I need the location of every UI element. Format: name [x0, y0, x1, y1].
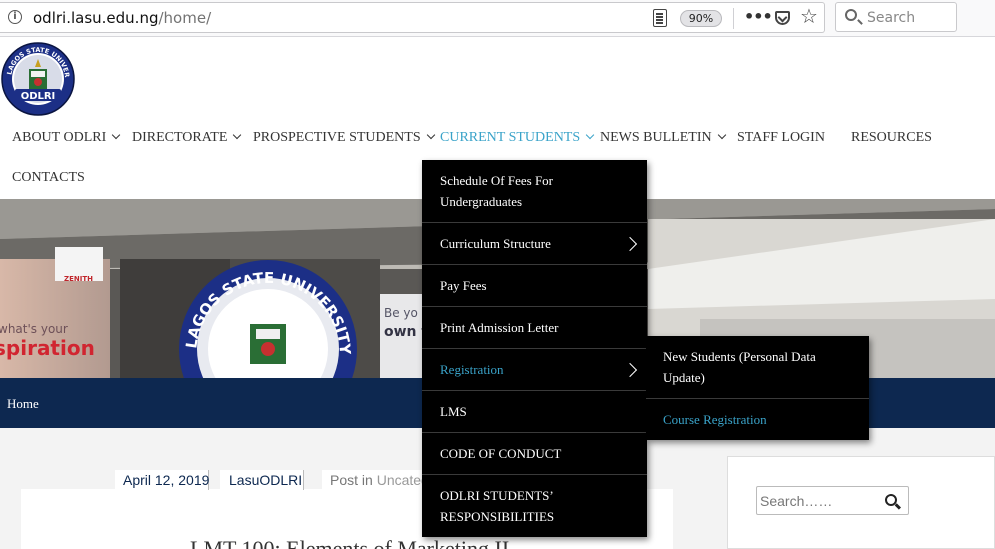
nav-label: NEWS BULLETIN: [600, 130, 712, 145]
zoom-level-badge[interactable]: 90%: [680, 10, 722, 27]
nav-current-students[interactable]: CURRENT STUDENTS: [440, 130, 595, 146]
sidebar-search-placeholder: Search……: [760, 493, 833, 509]
nav-label: PROSPECTIVE STUDENTS: [253, 130, 421, 145]
chevron-right-icon: [622, 362, 638, 377]
menu-item-students-responsibilities[interactable]: ODLRI STUDENTS’ RESPONSIBILITIES: [422, 475, 647, 537]
breadcrumb-home[interactable]: Home: [7, 396, 39, 412]
banner-poster-text-3: Be yo: [384, 306, 418, 320]
registration-submenu: New Students (Personal Data Update) Cour…: [646, 336, 869, 440]
url-path: /home/: [158, 9, 212, 27]
current-students-dropdown: Schedule Of Fees For Undergraduates Curr…: [422, 160, 647, 537]
nav-label: DIRECTORATE: [132, 130, 228, 145]
chevron-down-icon: [585, 130, 595, 140]
menu-item-print-admission-letter[interactable]: Print Admission Letter: [422, 307, 647, 349]
banner-poster-brand: ZENITH: [64, 275, 93, 283]
browser-search-input[interactable]: Search: [835, 2, 957, 32]
post-date[interactable]: April 12, 2019: [115, 470, 209, 490]
chevron-down-icon: [717, 130, 726, 140]
chevron-down-icon: [233, 130, 242, 140]
nav-label: CURRENT STUDENTS: [440, 130, 581, 145]
menu-item-label: Registration: [440, 362, 504, 377]
menu-item-pay-fees[interactable]: Pay Fees: [422, 265, 647, 307]
nav-about-odlri[interactable]: ABOUT ODLRI: [12, 130, 121, 146]
browser-toolbar: i odlri.lasu.edu.ng/home/ 90% ••• ☆ Sear…: [0, 0, 995, 37]
address-bar[interactable]: i odlri.lasu.edu.ng/home/ 90% ••• ☆: [0, 2, 825, 33]
chevron-right-icon: [622, 236, 638, 251]
menu-item-label: Curriculum Structure: [440, 236, 551, 251]
nav-resources[interactable]: RESOURCES: [851, 130, 932, 146]
nav-news-bulletin[interactable]: NEWS BULLETIN: [600, 130, 726, 146]
menu-item-code-of-conduct[interactable]: CODE OF CONDUCT: [422, 433, 647, 475]
submenu-item-new-students[interactable]: New Students (Personal Data Update): [646, 336, 869, 399]
post-author[interactable]: LasuODLRI: [220, 470, 304, 490]
odlri-logo[interactable]: ODLRI LAGOS STATE UNIVERSITY: [1, 39, 75, 120]
page-actions-icon[interactable]: •••: [744, 7, 773, 26]
post-title[interactable]: LMT 100: Elements of Marketing II: [190, 536, 509, 549]
sidebar-search-input[interactable]: Search……: [756, 486, 909, 515]
post-category-line: Post in Uncateg: [322, 470, 432, 490]
chevron-down-icon: [426, 130, 435, 140]
nav-prospective-students[interactable]: PROSPECTIVE STUDENTS: [253, 130, 435, 146]
menu-item-registration[interactable]: Registration: [422, 349, 647, 391]
logo-text: ODLRI: [21, 91, 56, 102]
banner-poster-text-1: what's your: [0, 322, 68, 336]
url-text[interactable]: odlri.lasu.edu.ng/home/: [33, 9, 211, 27]
nav-contacts[interactable]: CONTACTS: [12, 170, 85, 186]
nav-label: STAFF LOGIN: [737, 130, 825, 145]
url-host: odlri.lasu.edu.ng: [33, 9, 159, 27]
search-icon: [845, 9, 857, 21]
nav-label: ABOUT ODLRI: [12, 130, 107, 145]
divider: [733, 8, 734, 29]
nav-directorate[interactable]: DIRECTORATE: [132, 130, 242, 146]
submenu-item-course-registration[interactable]: Course Registration: [646, 399, 869, 440]
sidebar-search-widget: Search……: [727, 456, 995, 549]
info-icon[interactable]: i: [8, 10, 22, 24]
bookmark-star-icon[interactable]: ☆: [800, 4, 818, 28]
nav-staff-login[interactable]: STAFF LOGIN: [737, 130, 825, 146]
browser-search-placeholder: Search: [867, 10, 916, 26]
search-icon[interactable]: [885, 494, 897, 506]
nav-label: RESOURCES: [851, 130, 932, 145]
menu-item-lms[interactable]: LMS: [422, 391, 647, 433]
menu-item-curriculum-structure[interactable]: Curriculum Structure: [422, 223, 647, 265]
nav-label: CONTACTS: [12, 170, 85, 185]
menu-item-schedule-of-fees[interactable]: Schedule Of Fees For Undergraduates: [422, 160, 647, 223]
post-in-label: Post in: [330, 472, 373, 488]
banner-poster-text-2: spiration: [0, 336, 95, 360]
reader-view-icon[interactable]: [653, 9, 667, 27]
pocket-icon[interactable]: [775, 11, 790, 25]
chevron-down-icon: [112, 130, 121, 140]
